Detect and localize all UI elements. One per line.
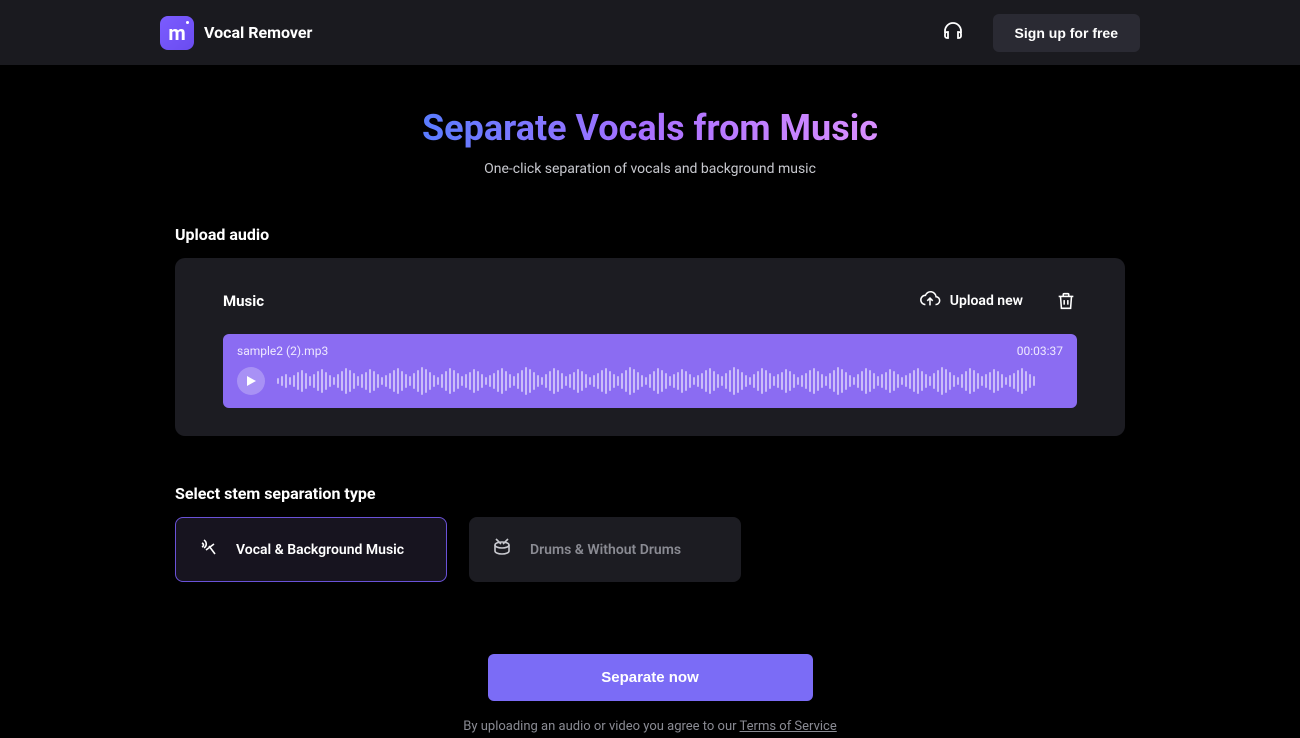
stem-option-label: Drums & Without Drums xyxy=(530,542,681,558)
track-filename: sample2 (2).mp3 xyxy=(237,344,328,358)
page-subtitle: One-click separation of vocals and backg… xyxy=(0,161,1300,177)
hero: Separate Vocals from Music One-click sep… xyxy=(0,107,1300,177)
delete-button[interactable] xyxy=(1055,290,1077,312)
upload-card: Music Upload new sample2 (2).mp3 00:03:3… xyxy=(175,258,1125,436)
headphones-icon[interactable] xyxy=(941,19,965,47)
music-label: Music xyxy=(223,292,264,310)
legal-prefix: By uploading an audio or video you agree… xyxy=(463,719,739,734)
upload-cloud-icon xyxy=(919,288,941,314)
track-duration: 00:03:37 xyxy=(1017,344,1063,358)
separate-button[interactable]: Separate now xyxy=(488,654,813,701)
play-button[interactable] xyxy=(237,367,265,395)
stem-options: Vocal & Background Music Drums & Without… xyxy=(175,517,1125,582)
app-name: Vocal Remover xyxy=(204,23,312,42)
terms-link[interactable]: Terms of Service xyxy=(740,719,837,734)
stem-option-drums[interactable]: Drums & Without Drums xyxy=(469,517,741,582)
logo-icon: m xyxy=(160,16,194,50)
vocal-icon xyxy=(196,536,220,564)
upload-new-button[interactable]: Upload new xyxy=(919,288,1023,314)
signup-button[interactable]: Sign up for free xyxy=(993,14,1140,52)
upload-new-label: Upload new xyxy=(950,293,1023,309)
drums-icon xyxy=(490,536,514,564)
stems-section-label: Select stem separation type xyxy=(175,484,1125,503)
topbar: m Vocal Remover Sign up for free xyxy=(0,0,1300,65)
stem-option-label: Vocal & Background Music xyxy=(236,542,404,558)
audio-track: sample2 (2).mp3 00:03:37 xyxy=(223,334,1077,408)
top-actions: Sign up for free xyxy=(941,14,1140,52)
page-title: Separate Vocals from Music xyxy=(422,107,878,149)
stem-option-vocal[interactable]: Vocal & Background Music xyxy=(175,517,447,582)
legal-text: By uploading an audio or video you agree… xyxy=(0,719,1300,734)
upload-section-label: Upload audio xyxy=(175,225,1125,244)
waveform[interactable] xyxy=(277,366,1063,396)
brand[interactable]: m Vocal Remover xyxy=(160,16,312,50)
